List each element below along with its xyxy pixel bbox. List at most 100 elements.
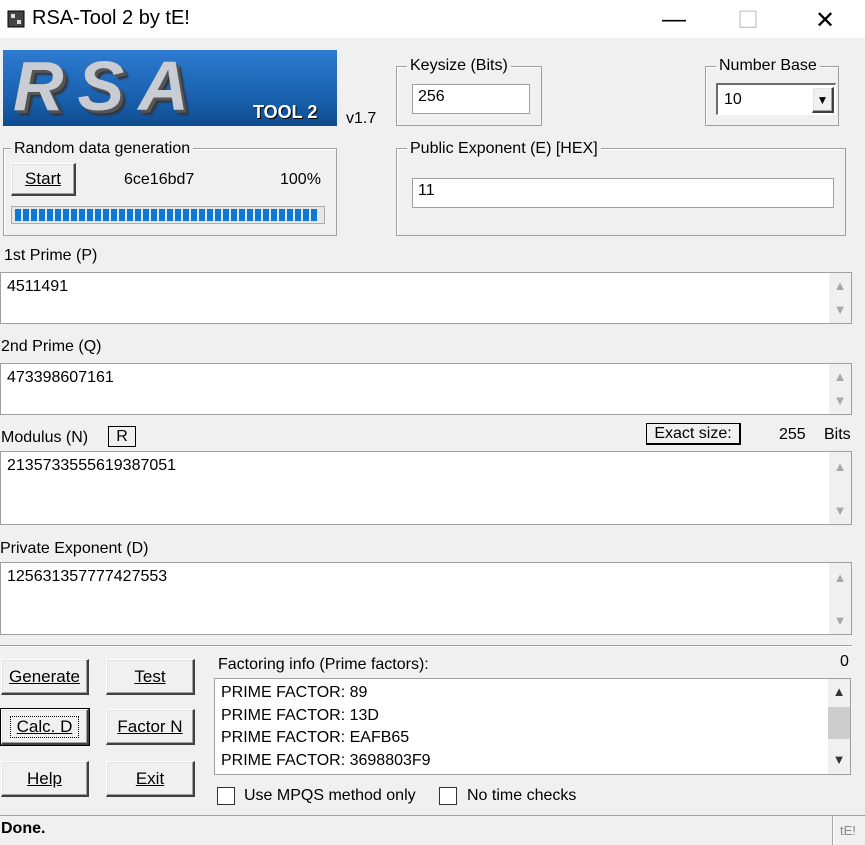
status-bar: Done. tE! — [0, 815, 865, 845]
progress-segment — [47, 209, 53, 221]
public-exponent-label: Public Exponent (E) [HEX] — [407, 140, 601, 158]
scroll-thumb[interactable] — [828, 707, 850, 739]
scroll-up-icon[interactable]: ▲ — [829, 366, 851, 388]
private-exponent-scrollbar[interactable]: ▲ ▼ — [829, 563, 851, 634]
progress-segment — [271, 209, 277, 221]
close-icon[interactable]: ✕ — [805, 6, 845, 34]
no-time-checkbox[interactable] — [439, 787, 457, 805]
progress-segment — [207, 209, 213, 221]
number-base-label: Number Base — [716, 57, 820, 75]
help-button[interactable]: Help — [1, 761, 89, 797]
logo-main-text: RSA — [13, 50, 203, 125]
factoring-count: 0 — [840, 653, 849, 670]
scroll-up-icon[interactable]: ▲ — [829, 567, 851, 589]
mpqs-label: Use MPQS method only — [244, 787, 416, 804]
scroll-down-icon[interactable]: ▼ — [829, 390, 851, 412]
scroll-down-icon[interactable]: ▼ — [829, 610, 851, 632]
minimize-icon[interactable]: — — [654, 6, 694, 33]
progress-segment — [263, 209, 269, 221]
exact-size-value: 255 — [779, 426, 806, 443]
version-label: v1.7 — [346, 110, 377, 127]
prime-p-value: 4511491 — [7, 278, 69, 295]
prime-p-scrollbar[interactable]: ▲ ▼ — [829, 273, 851, 323]
chevron-down-icon[interactable]: ▼ — [812, 87, 834, 113]
progress-segment — [95, 209, 101, 221]
number-base-select[interactable]: 10 ▼ — [716, 83, 836, 115]
public-exponent-input[interactable]: 11 — [412, 178, 834, 208]
rsa-logo: RSA TOOL 2 — [3, 50, 337, 126]
progress-segment — [23, 209, 29, 221]
scroll-up-icon[interactable]: ▲ — [828, 681, 850, 703]
prime-q-value: 473398607161 — [7, 369, 114, 386]
private-exponent-input[interactable]: 125631357777427553 ▲ ▼ — [0, 562, 852, 635]
list-item: PRIME FACTOR: 3698803F9 — [221, 751, 431, 769]
factoring-list[interactable]: PRIME FACTOR: 89 PRIME FACTOR: 13D PRIME… — [214, 678, 851, 775]
app-icon — [7, 10, 25, 28]
start-button[interactable]: Start — [11, 163, 76, 196]
progress-segment — [199, 209, 205, 221]
scroll-down-icon[interactable]: ▼ — [829, 299, 851, 321]
random-hash: 6ce16bd7 — [124, 171, 195, 188]
progress-segment — [71, 209, 77, 221]
list-item: PRIME FACTOR: EAFB65 — [221, 729, 410, 746]
progress-segment — [143, 209, 149, 221]
list-item: PRIME FACTOR: 13D — [221, 706, 379, 724]
progress-segment — [255, 209, 261, 221]
mpqs-checkbox[interactable] — [217, 787, 235, 805]
factoring-label: Factoring info (Prime factors): — [218, 656, 429, 673]
progress-segment — [87, 209, 93, 221]
r-button[interactable]: R — [108, 426, 136, 447]
keysize-input[interactable]: 256 — [412, 84, 530, 114]
prime-q-label: 2nd Prime (Q) — [1, 338, 102, 355]
factor-n-button[interactable]: Factor N — [106, 709, 195, 745]
progress-segment — [55, 209, 61, 221]
progress-segment — [39, 209, 45, 221]
scroll-down-icon[interactable]: ▼ — [829, 500, 851, 522]
progress-segment — [311, 209, 317, 221]
progress-segment — [231, 209, 237, 221]
no-time-label: No time checks — [467, 787, 577, 804]
progress-segment — [223, 209, 229, 221]
private-exponent-value: 125631357777427553 — [7, 568, 168, 585]
private-exponent-label: Private Exponent (D) — [0, 540, 149, 557]
prime-p-input[interactable]: 4511491 ▲ ▼ — [0, 272, 852, 324]
modulus-value: 2135733555619387051 — [7, 457, 177, 474]
bits-label: Bits — [824, 426, 851, 443]
modulus-input[interactable]: 2135733555619387051 ▲ ▼ — [0, 451, 852, 525]
progress-segment — [191, 209, 197, 221]
progress-segment — [287, 209, 293, 221]
status-divider — [832, 816, 834, 845]
progress-segment — [119, 209, 125, 221]
list-item: PRIME FACTOR: 89 — [221, 684, 368, 701]
progress-bar — [11, 206, 325, 224]
progress-segment — [127, 209, 133, 221]
test-button[interactable]: Test — [106, 659, 195, 695]
scroll-up-icon[interactable]: ▲ — [829, 275, 851, 297]
status-tag: tE! — [840, 823, 856, 838]
prime-p-label: 1st Prime (P) — [4, 247, 98, 264]
progress-segment — [295, 209, 301, 221]
maximize-icon: ☐ — [737, 7, 759, 34]
number-base-value: 10 — [724, 91, 742, 108]
modulus-label: Modulus (N) — [1, 429, 89, 446]
generate-button[interactable]: Generate — [1, 659, 89, 695]
window-title: RSA-Tool 2 by tE! — [32, 7, 190, 29]
progress-segment — [31, 209, 37, 221]
random-percent: 100% — [280, 171, 321, 188]
progress-segment — [111, 209, 117, 221]
progress-segment — [175, 209, 181, 221]
exit-button[interactable]: Exit — [106, 761, 195, 797]
prime-q-input[interactable]: 473398607161 ▲ ▼ — [0, 363, 852, 415]
status-text: Done. — [1, 820, 46, 837]
progress-segment — [303, 209, 309, 221]
factoring-scrollbar[interactable]: ▲ ▼ — [828, 679, 850, 774]
scroll-down-icon[interactable]: ▼ — [828, 749, 850, 771]
title-bar: RSA-Tool 2 by tE! — ☐ ✕ — [0, 0, 865, 38]
prime-q-scrollbar[interactable]: ▲ ▼ — [829, 364, 851, 414]
modulus-scrollbar[interactable]: ▲ ▼ — [829, 452, 851, 524]
exact-size-button[interactable]: Exact size: — [646, 423, 741, 445]
progress-segment — [151, 209, 157, 221]
progress-segment — [103, 209, 109, 221]
calc-d-button[interactable]: Calc. D — [0, 708, 90, 746]
scroll-up-icon[interactable]: ▲ — [829, 456, 851, 478]
